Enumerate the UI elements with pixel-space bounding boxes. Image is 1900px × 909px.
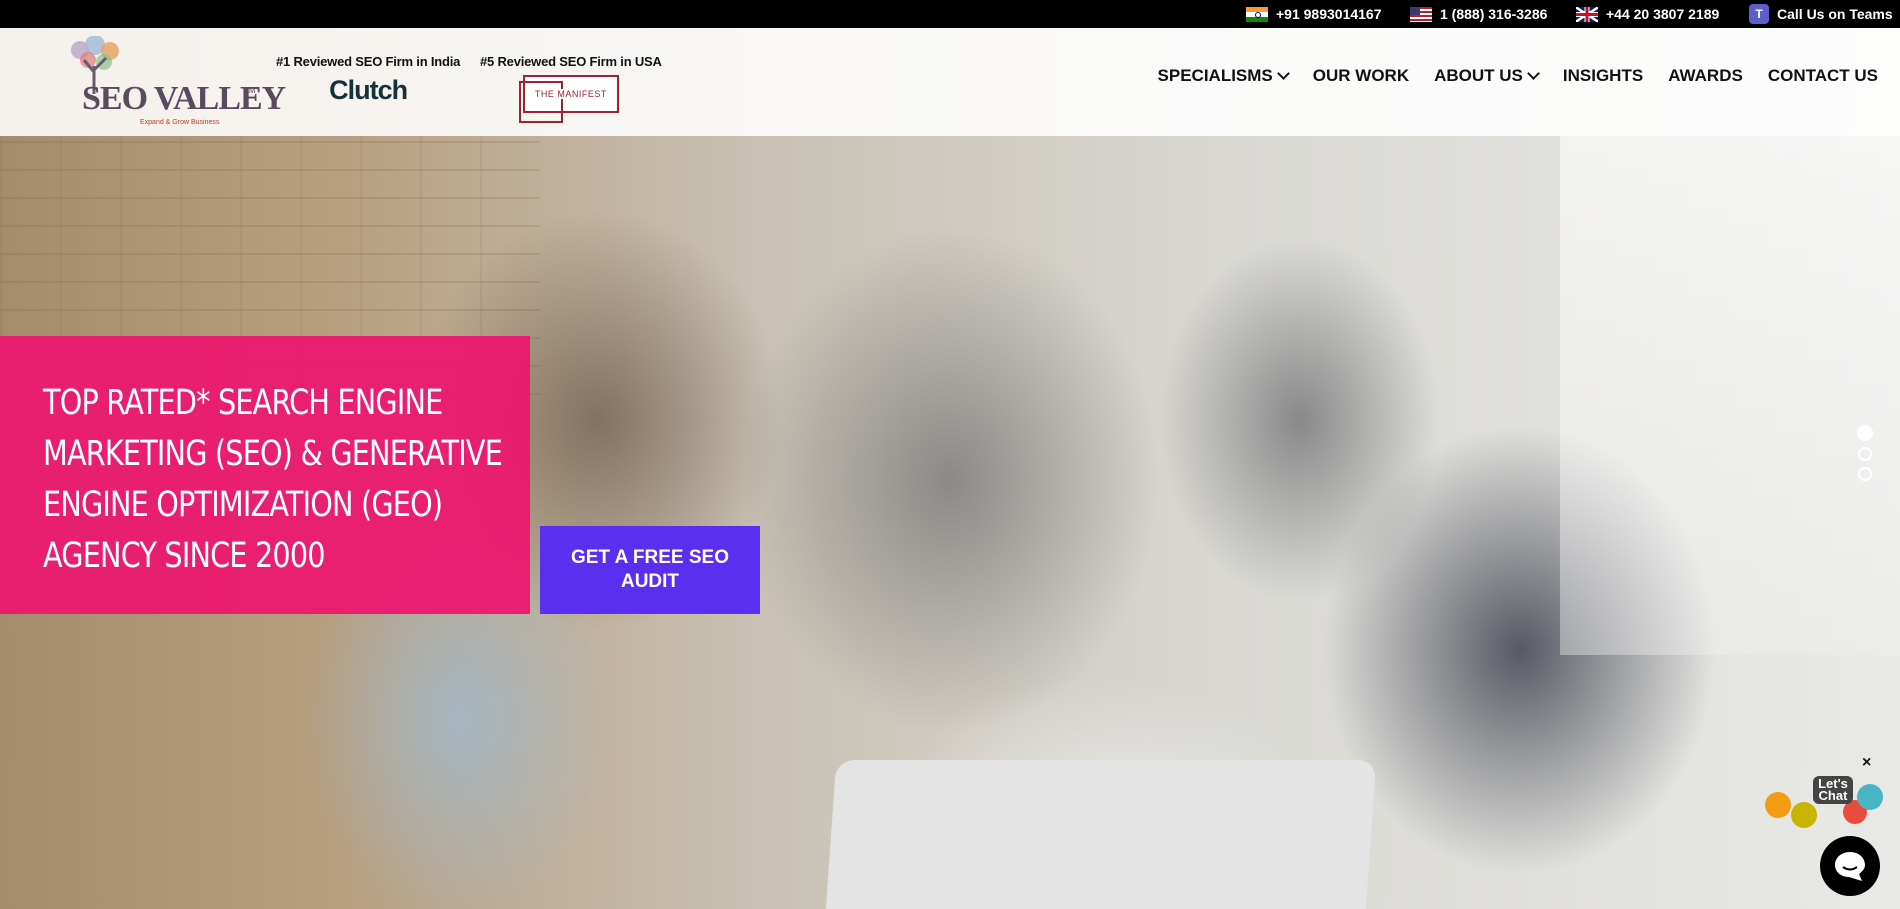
slide-dot-2[interactable] xyxy=(1858,447,1872,461)
phone-number: +91 9893014167 xyxy=(1276,6,1382,22)
chat-launcher-button[interactable] xyxy=(1820,836,1880,896)
site-logo[interactable]: SEO VALLEY TM Expand & Grow Business xyxy=(52,34,286,126)
slide-dot-1[interactable] xyxy=(1857,425,1873,441)
manifest-logo-text: THE MANIFEST xyxy=(532,89,609,99)
site-header: SEO VALLEY TM Expand & Grow Business #1 … xyxy=(0,28,1900,136)
manifest-logo: THE MANIFEST xyxy=(518,75,619,123)
phone-number: 1 (888) 316-3286 xyxy=(1440,6,1548,22)
chat-icon xyxy=(1835,852,1865,881)
lets-chat-label: Let's Chat xyxy=(1813,776,1853,804)
uk-flag-icon xyxy=(1576,6,1598,22)
nav-item-awards[interactable]: AWARDS xyxy=(1668,66,1743,86)
us-flag-icon xyxy=(1410,6,1432,22)
chat-bubble-icon xyxy=(1857,784,1883,810)
chevron-down-icon xyxy=(1276,67,1290,80)
nav-item-contact-us[interactable]: CONTACT US xyxy=(1768,66,1878,86)
chat-close-button[interactable]: × xyxy=(1862,754,1871,772)
phone-uk[interactable]: +44 20 3807 2189 xyxy=(1576,0,1719,28)
logo-trademark: TM xyxy=(244,86,256,95)
badge-title: #1 Reviewed SEO Firm in India xyxy=(276,54,461,69)
manifest-badge[interactable]: #5 Reviewed SEO Firm in USA THE MANIFEST xyxy=(480,54,662,123)
hero-headline: TOP RATED* SEARCH ENGINE MARKETING (SEO)… xyxy=(43,383,503,576)
nav-label: INSIGHTS xyxy=(1562,66,1644,85)
phone-number: +44 20 3807 2189 xyxy=(1606,6,1720,22)
window xyxy=(1560,135,1900,655)
clutch-logo: Clutch xyxy=(329,75,408,105)
badge-title: #5 Reviewed SEO Firm in USA xyxy=(480,54,662,69)
phone-india[interactable]: +91 9893014167 xyxy=(1246,0,1382,28)
chevron-down-icon xyxy=(1527,67,1540,80)
slider-pagination xyxy=(1857,425,1873,481)
nav-item-about-us[interactable]: ABOUT US xyxy=(1434,66,1540,86)
microsoft-teams-icon: T xyxy=(1749,4,1769,24)
top-contact-bar: +91 9893014167 1 (888) 316-3286 +44 20 3… xyxy=(0,0,1900,28)
chat-bubble-icon xyxy=(1791,802,1817,828)
lets-chat-prompt[interactable]: Let's Chat xyxy=(1765,772,1885,832)
phone-usa[interactable]: 1 (888) 316-3286 xyxy=(1410,0,1547,28)
nav-item-specialisms[interactable]: SPECIALISMS xyxy=(1157,66,1290,86)
teams-call-link[interactable]: T Call Us on Teams xyxy=(1749,0,1893,28)
nav-label: ABOUT US xyxy=(1434,66,1523,85)
clutch-badge[interactable]: #1 Reviewed SEO Firm in India Clutch xyxy=(276,54,460,106)
laptop xyxy=(823,760,1377,909)
nav-label: OUR WORK xyxy=(1312,66,1410,85)
chat-bubble-icon xyxy=(1765,792,1791,818)
india-flag-icon xyxy=(1246,6,1268,22)
teams-call-label: Call Us on Teams xyxy=(1777,6,1893,22)
nav-label: SPECIALISMS xyxy=(1157,66,1273,85)
free-seo-audit-button[interactable]: GET A FREE SEO AUDIT xyxy=(540,526,760,614)
hero-headline-box: TOP RATED* SEARCH ENGINE MARKETING (SEO)… xyxy=(0,336,530,614)
nav-item-insights[interactable]: INSIGHTS xyxy=(1563,66,1643,86)
slide-dot-3[interactable] xyxy=(1858,467,1872,481)
nav-label: CONTACT US xyxy=(1767,66,1878,85)
main-navigation: SPECIALISMS OUR WORK ABOUT US INSIGHTS A… xyxy=(1158,66,1878,86)
nav-label: AWARDS xyxy=(1668,66,1743,85)
logo-tagline: Expand & Grow Business xyxy=(140,119,220,126)
nav-item-our-work[interactable]: OUR WORK xyxy=(1313,66,1409,86)
